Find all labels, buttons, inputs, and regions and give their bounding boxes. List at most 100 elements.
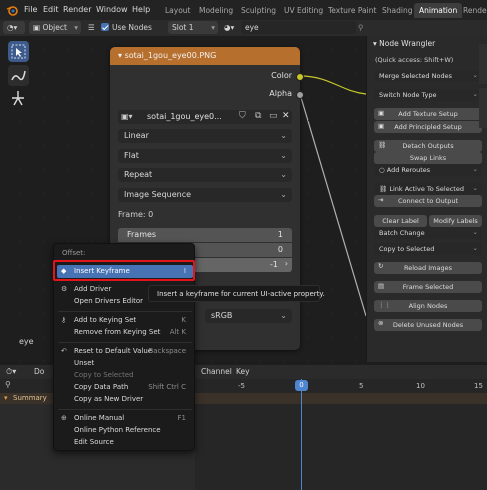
frames-field[interactable]: Frames 1 [118, 228, 292, 242]
blender-logo-icon[interactable] [6, 4, 18, 16]
batch-change-select[interactable]: Batch Change ⌄ [374, 227, 482, 239]
projection-select[interactable]: Flat ⌄ [118, 149, 292, 163]
output-color-socket[interactable] [296, 73, 304, 81]
edit-source-item[interactable]: Edit Source [57, 436, 193, 449]
remove-from-keying-set-item[interactable]: Remove from Keying Set Alt K [57, 326, 193, 339]
output-alpha-socket[interactable] [296, 91, 304, 99]
chevron-down-icon: ⌄ [280, 170, 287, 179]
duplicate-icon[interactable]: ⧉ [255, 111, 261, 121]
link-active-to-selected-select[interactable]: ⛓ Link Active To Selected ⌄ [374, 183, 482, 195]
interpolation-select[interactable]: Linear ⌄ [118, 129, 292, 143]
tab-uv-editing[interactable]: UV Editing [279, 3, 328, 18]
node-header[interactable]: ▾ sotai_1gou_eye00.PNG [110, 47, 300, 65]
dopesheet-keyframe-area[interactable] [195, 404, 487, 490]
playhead-line[interactable] [301, 379, 302, 490]
switch-node-type-select[interactable]: Switch Node Type ⌄ [374, 89, 482, 101]
grid-dot [68, 48, 69, 49]
annotate-tool[interactable] [8, 65, 29, 86]
grid-dot [308, 216, 309, 217]
tab-shading[interactable]: Shading [377, 3, 417, 18]
grid-dot [332, 120, 333, 121]
output-icon: ⇥ [378, 196, 384, 204]
close-icon[interactable]: ✕ [282, 111, 290, 121]
connect-to-output-button[interactable]: ⇥ Connect to Output [374, 195, 482, 207]
texture-icon: ▣ [378, 109, 385, 117]
image-icon[interactable]: ▣▾ [121, 112, 133, 121]
object-mode-select[interactable]: ▣ Object ▾ [29, 21, 81, 34]
chevron-down-icon: ⌄ [280, 190, 287, 199]
colorspace-select[interactable]: sRGB ⌄ [205, 309, 292, 323]
fake-user-shield-icon[interactable]: ⛉ [239, 111, 246, 121]
annotate-icon [11, 70, 26, 81]
material-name-field[interactable]: eye [241, 21, 356, 34]
detach-outputs-button[interactable]: ⛓ Detach Outputs [374, 140, 482, 152]
grid-dot [332, 360, 333, 361]
grid-dot [44, 216, 45, 217]
merge-selected-nodes-select[interactable]: Merge Selected Nodes ⌄ [374, 70, 482, 82]
node-wrangler-panel: ▾ Node Wrangler (Quick access: Shift+W) … [366, 36, 487, 362]
tab-animation[interactable]: Animation [414, 3, 463, 18]
reload-images-button[interactable]: ↻ Reload Images [374, 262, 482, 274]
menu-render[interactable]: Render [63, 5, 91, 14]
grid-dot [44, 312, 45, 313]
swap-links-button[interactable]: Swap Links [374, 152, 482, 164]
menu-window[interactable]: Window [96, 5, 128, 14]
pin-icon[interactable]: ⚲ [358, 23, 364, 32]
clear-label-button[interactable]: Clear Label [374, 215, 427, 227]
sidebar-tab-tool[interactable] [479, 88, 487, 128]
chevron-right-icon[interactable]: › [285, 259, 288, 268]
frame-icon: ▤ [378, 282, 385, 290]
select-tool[interactable] [8, 41, 29, 62]
tab-texture-paint[interactable]: Texture Paint [323, 3, 381, 18]
grid-dot [308, 168, 309, 169]
search-icon[interactable]: ⚲ [5, 380, 11, 389]
tab-layout[interactable]: Layout [160, 3, 196, 18]
image-datablock-row[interactable]: ▣▾ sotai_1gou_eye0... ⛉ ⧉ ▭ ✕ [118, 110, 292, 124]
use-nodes-label: Use Nodes [112, 23, 152, 32]
add-principled-setup-button[interactable]: ▣ Add Principled Setup [374, 121, 482, 133]
view-menu-icon[interactable]: ☰ [88, 23, 95, 32]
grid-dot [92, 96, 93, 97]
tab-sculpting[interactable]: Sculpting [236, 3, 281, 18]
reset-icon: ↶ [61, 347, 67, 355]
modify-labels-button[interactable]: Modify Labels [429, 215, 482, 227]
current-frame-indicator[interactable]: 0 [295, 380, 308, 391]
menu-edit[interactable]: Edit [43, 5, 59, 14]
grid-dot [308, 264, 309, 265]
menu-file[interactable]: File [24, 5, 37, 14]
open-file-icon[interactable]: ▭ [269, 111, 278, 121]
ruler-tick: -5 [238, 382, 245, 390]
extension-select[interactable]: Repeat ⌄ [118, 168, 292, 182]
tab-modeling[interactable]: Modeling [194, 3, 238, 18]
use-nodes-checkbox[interactable] [101, 23, 109, 31]
grid-dot [332, 168, 333, 169]
material-browse-icon[interactable]: ◕▾ [224, 23, 234, 32]
editor-type-icon[interactable]: ⏱▾ [6, 367, 16, 377]
grid-dot [20, 360, 21, 361]
align-nodes-button[interactable]: ⋮⋮ Align Nodes [374, 300, 482, 312]
grid-dot [68, 192, 69, 193]
tab-rendering[interactable]: Rende [458, 3, 487, 18]
slot-select[interactable]: Slot 1 ▾ [168, 21, 218, 34]
key-menu[interactable]: Key [236, 367, 250, 376]
chevron-down-icon: ▾ [74, 23, 78, 32]
copy-as-new-driver-item[interactable]: Copy as New Driver [57, 393, 193, 406]
grid-dot [308, 336, 309, 337]
add-reroutes-select[interactable]: ○ Add Reroutes ⌄ [374, 164, 482, 176]
source-select[interactable]: Image Sequence ⌄ [118, 188, 292, 202]
detach-icon: ⛓ [378, 141, 387, 149]
editor-type-button[interactable]: ◔▾ [3, 21, 25, 34]
transform-tool[interactable] [8, 88, 29, 109]
menu-help[interactable]: Help [132, 5, 150, 14]
copy-to-selected-select[interactable]: Copy to Selected ⌄ [374, 243, 482, 255]
expand-chevron-icon[interactable]: ▾ [4, 394, 8, 402]
channel-menu[interactable]: Channel [201, 367, 232, 376]
use-nodes-toggle[interactable]: Use Nodes [101, 23, 152, 32]
delete-unused-nodes-button[interactable]: ⊗ Delete Unused Nodes [374, 319, 482, 331]
grid-dot [332, 192, 333, 193]
dopesheet-mode-label[interactable]: Do [34, 367, 44, 376]
sidebar-tab-node[interactable] [479, 44, 487, 84]
add-texture-setup-button[interactable]: ▣ Add Texture Setup [374, 108, 482, 120]
chevron-down-icon: ▾ [211, 23, 215, 32]
frame-selected-button[interactable]: ▤ Frame Selected [374, 281, 482, 293]
